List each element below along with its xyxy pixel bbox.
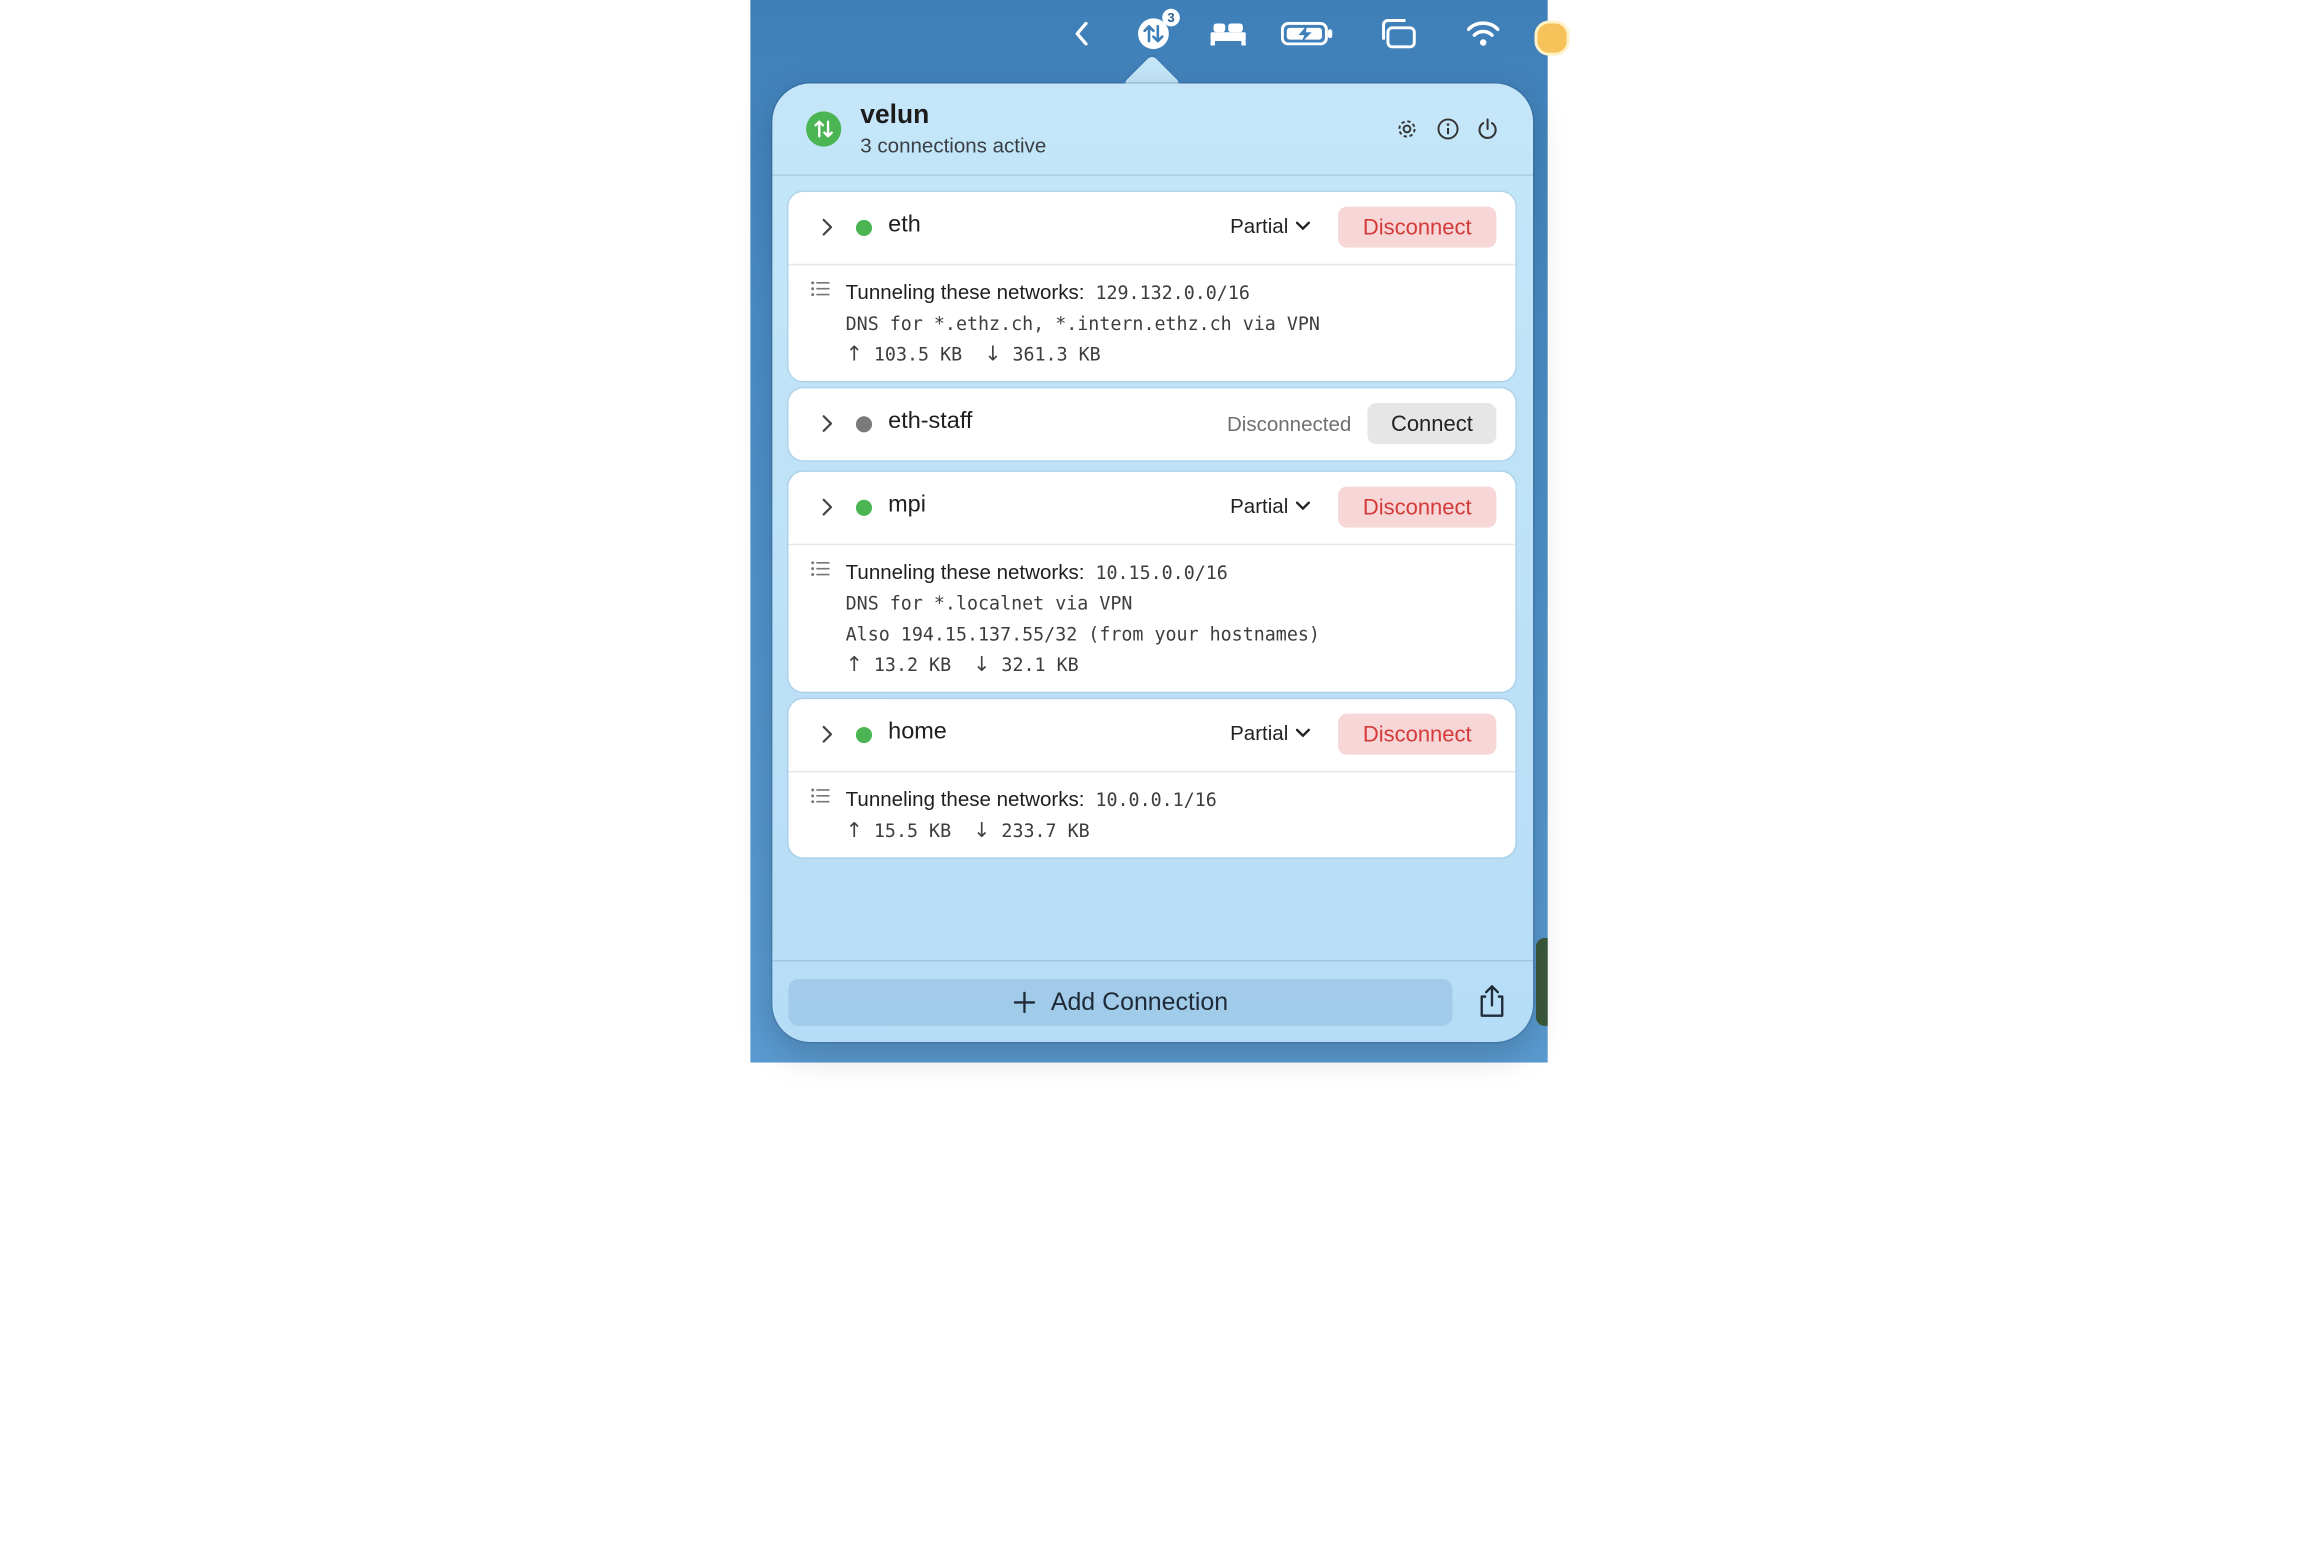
list-icon (811, 281, 830, 297)
connection-details: Tunneling these networks: 10.0.0.1/16 ↑ … (788, 770, 1516, 857)
info-icon (1437, 118, 1459, 140)
status-dot-active (855, 726, 873, 744)
windows-icon[interactable] (1379, 13, 1417, 54)
connect-button[interactable]: Connect (1367, 403, 1497, 445)
popover-header: velun 3 connections active (772, 84, 1534, 176)
tunnel-networks: 129.132.0.0/16 (1095, 281, 1250, 304)
connection-header: mpi Partial Disconnect (788, 472, 1515, 544)
download-bytes: 233.7 KB (1001, 819, 1090, 842)
tunnel-networks: 10.0.0.1/16 (1095, 788, 1217, 811)
download-arrow-icon: ↓ (973, 653, 991, 678)
mode-label: Partial (1230, 721, 1289, 745)
connection-name: home (888, 719, 947, 745)
connection-count-badge: 3 (1162, 8, 1180, 27)
download-arrow-icon: ↓ (973, 819, 991, 843)
user-avatar-icon[interactable] (1534, 20, 1570, 56)
wifi-icon[interactable] (1466, 13, 1501, 54)
list-icon (811, 788, 830, 804)
mode-label: Partial (1230, 213, 1289, 238)
status-dot-active (855, 499, 873, 516)
disconnect-button[interactable]: Disconnect (1338, 713, 1497, 755)
mode-dropdown[interactable]: Partial (1230, 721, 1310, 745)
chevron-right-icon[interactable] (816, 217, 837, 238)
connection-details: Tunneling these networks: 10.15.0.0/16 D… (788, 543, 1516, 692)
list-icon (811, 561, 830, 576)
chevron-right-icon[interactable] (816, 497, 837, 518)
chevron-right-icon[interactable] (816, 724, 837, 745)
download-bytes: 32.1 KB (1001, 653, 1079, 676)
tunnel-label: Tunneling these networks: (845, 279, 1085, 304)
connection-header: home Partial Disconnect (788, 699, 1515, 771)
connection-name: mpi (888, 492, 926, 518)
upload-bytes: 103.5 KB (873, 342, 963, 365)
share-icon[interactable] (1476, 983, 1508, 1018)
mode-dropdown[interactable]: Partial (1230, 214, 1310, 237)
app-title: velun (860, 99, 930, 129)
add-connection-button[interactable]: Add Connection (788, 979, 1453, 1026)
power-icon (1478, 118, 1497, 139)
vpn-popover: velun 3 connections active eth Partial D… (772, 83, 1534, 1043)
dns-detail: DNS for *.localnet via VPN (845, 592, 1133, 615)
bed-icon[interactable] (1208, 13, 1249, 54)
disconnect-button[interactable]: Disconnect (1338, 486, 1497, 528)
status-dot-inactive (855, 416, 873, 433)
download-arrow-icon: ↓ (984, 342, 1002, 367)
chevron-left-icon[interactable] (1070, 13, 1093, 54)
mode-dropdown[interactable]: Partial (1230, 494, 1310, 517)
connection-header: eth Partial Disconnect (788, 192, 1515, 264)
plus-icon (1013, 991, 1036, 1014)
app-icon (806, 111, 842, 147)
connection-name: eth (888, 212, 921, 238)
disconnect-button[interactable]: Disconnect (1338, 206, 1497, 248)
upload-bytes: 13.2 KB (873, 653, 952, 676)
tunnel-networks: 10.15.0.0/16 (1095, 561, 1228, 584)
desktop-wallpaper-detail (1535, 937, 1548, 1026)
chevron-down-icon (1295, 221, 1310, 231)
vpn-menubar-icon[interactable]: 3 (1136, 8, 1180, 54)
status-dot-active (855, 219, 873, 236)
download-bytes: 361.3 KB (1012, 342, 1101, 365)
battery-charging-icon[interactable] (1280, 13, 1334, 54)
upload-arrow-icon: ↑ (845, 342, 863, 367)
add-connection-label: Add Connection (1050, 987, 1229, 1016)
upload-bytes: 15.5 KB (873, 819, 952, 842)
quit-button[interactable] (1474, 116, 1500, 142)
settings-button[interactable] (1394, 116, 1420, 142)
connection-card-eth-staff: eth-staff Disconnected Connect (788, 388, 1516, 461)
upload-arrow-icon: ↑ (845, 653, 863, 678)
connection-name: eth-staff (888, 408, 973, 434)
connection-status: Disconnected (1226, 411, 1352, 436)
dns-detail: DNS for *.ethz.ch, *.intern.ethz.ch via … (845, 312, 1320, 335)
tunnel-label: Tunneling these networks: (845, 787, 1085, 811)
connection-card-home: home Partial Disconnect Tunneling these … (788, 699, 1516, 858)
connection-summary: 3 connections active (860, 133, 1047, 157)
popover-footer: Add Connection (772, 959, 1534, 1042)
connection-details: Tunneling these networks: 129.132.0.0/16… (788, 263, 1516, 381)
connection-card-mpi: mpi Partial Disconnect Tunneling these n… (788, 471, 1516, 692)
connection-card-eth: eth Partial Disconnect Tunneling these n… (788, 191, 1516, 382)
extra-route-detail: Also 194.15.137.55/32 (from your hostnam… (845, 622, 1320, 645)
upload-arrow-icon: ↑ (845, 819, 863, 843)
gear-icon (1398, 120, 1416, 138)
connection-header: eth-staff Disconnected Connect (788, 388, 1515, 460)
info-button[interactable] (1435, 116, 1461, 142)
chevron-right-icon[interactable] (816, 413, 837, 434)
mode-label: Partial (1230, 493, 1289, 518)
tunnel-label: Tunneling these networks: (845, 559, 1085, 584)
chevron-down-icon (1295, 501, 1310, 511)
chevron-down-icon (1295, 728, 1310, 738)
